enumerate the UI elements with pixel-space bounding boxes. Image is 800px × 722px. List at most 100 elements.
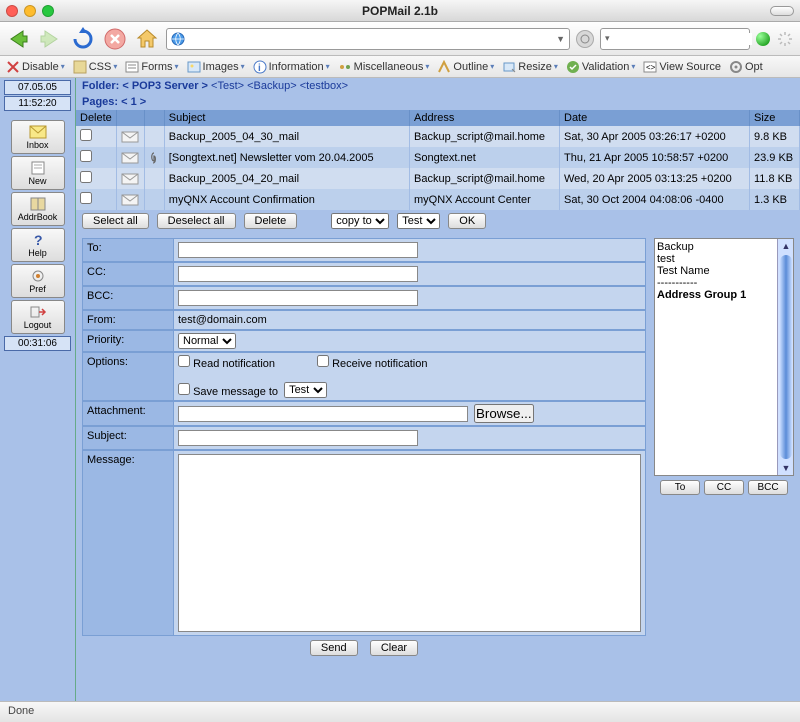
col-env[interactable] <box>116 110 144 126</box>
addr-bcc-button[interactable]: BCC <box>748 480 788 495</box>
wd-outline[interactable]: Outline▾ <box>433 60 498 74</box>
back-button[interactable] <box>6 26 32 52</box>
folder-server-link[interactable]: < POP3 Server > <box>122 80 208 92</box>
wd-validation[interactable]: Validation▾ <box>562 60 640 74</box>
col-subject[interactable]: Subject <box>164 110 409 126</box>
go-button[interactable] <box>576 30 594 48</box>
label-bcc: BCC: <box>82 286 174 310</box>
col-attach[interactable] <box>144 110 164 126</box>
mail-row[interactable]: Backup_2005_04_20_mailBackup_script@mail… <box>76 168 800 189</box>
scroll-up-icon[interactable]: ▲ <box>779 239 793 253</box>
row-delete-checkbox[interactable] <box>80 171 92 183</box>
scroll-down-icon[interactable]: ▼ <box>779 461 793 475</box>
attachment-input[interactable] <box>178 406 468 422</box>
subject-input[interactable] <box>178 430 418 446</box>
row-subject[interactable]: myQNX Account Confirmation <box>164 189 409 210</box>
address-scrollbar[interactable]: ▲ ▼ <box>777 239 793 475</box>
download-indicator-icon[interactable] <box>756 32 770 46</box>
row-subject[interactable]: Backup_2005_04_20_mail <box>164 168 409 189</box>
select-all-button[interactable]: Select all <box>82 213 149 229</box>
row-delete-checkbox[interactable] <box>80 192 92 204</box>
save-target-select[interactable]: Test <box>284 382 327 398</box>
address-entry[interactable]: Backup <box>657 241 791 253</box>
address-entry[interactable]: Address Group 1 <box>657 289 791 301</box>
wd-viewsource[interactable]: <>View Source <box>639 60 725 74</box>
sidebar-btn-addrbook[interactable]: AddrBook <box>11 192 65 226</box>
addr-to-button[interactable]: To <box>660 480 700 495</box>
wd-images[interactable]: Images▾ <box>183 60 249 74</box>
batch-action-select[interactable]: copy to <box>331 213 389 229</box>
addr-cc-button[interactable]: CC <box>704 480 744 495</box>
search-field-container[interactable]: G ▾ <box>600 28 750 50</box>
message-textarea[interactable] <box>178 454 641 632</box>
to-input[interactable] <box>178 242 418 258</box>
sidebar-btn-logout[interactable]: Logout <box>11 300 65 334</box>
address-entry[interactable]: Test Name <box>657 265 791 277</box>
wd-forms[interactable]: Forms▾ <box>121 60 182 74</box>
sidebar-btn-help[interactable]: ? Help <box>11 228 65 262</box>
deselect-all-button[interactable]: Deselect all <box>157 213 236 229</box>
send-button[interactable]: Send <box>310 640 358 656</box>
search-input[interactable] <box>610 33 752 45</box>
sidebar-btn-inbox[interactable]: Inbox <box>11 120 65 154</box>
page-link-1[interactable]: < 1 > <box>121 96 146 108</box>
row-delete-checkbox[interactable] <box>80 150 92 162</box>
folder-path-2[interactable]: <testbox> <box>300 80 348 92</box>
envelope-icon[interactable] <box>121 173 139 185</box>
home-button[interactable] <box>134 26 160 52</box>
col-address[interactable]: Address <box>410 110 560 126</box>
row-delete-checkbox[interactable] <box>80 129 92 141</box>
sidebar-btn-pref[interactable]: Pref <box>11 264 65 298</box>
label-options: Options: <box>82 352 174 401</box>
envelope-icon[interactable] <box>121 194 139 206</box>
window-pill-icon[interactable] <box>770 6 794 16</box>
save-msg-option[interactable]: Save message to <box>178 383 278 398</box>
forward-button[interactable] <box>38 26 64 52</box>
address-entry[interactable]: ----------- <box>657 277 791 289</box>
delete-button[interactable]: Delete <box>244 213 298 229</box>
wd-disable[interactable]: Disable▾ <box>2 60 69 74</box>
compose-form: To: CC: BCC: From:test@domain.com Priori… <box>82 238 646 695</box>
bcc-input[interactable] <box>178 290 418 306</box>
url-field-container[interactable]: ▼ <box>166 28 570 50</box>
clear-button[interactable]: Clear <box>370 640 418 656</box>
address-list[interactable]: BackuptestTest Name-----------Address Gr… <box>654 238 794 476</box>
col-date[interactable]: Date <box>560 110 750 126</box>
col-size[interactable]: Size <box>750 110 800 126</box>
mail-row[interactable]: myQNX Account ConfirmationmyQNX Account … <box>76 189 800 210</box>
mail-header-row: Delete Subject Address Date Size <box>76 110 800 126</box>
priority-select[interactable]: Normal <box>178 333 236 349</box>
save-msg-checkbox[interactable] <box>178 383 190 395</box>
reload-button[interactable] <box>70 26 96 52</box>
mail-row[interactable]: [Songtext.net] Newsletter vom 20.04.2005… <box>76 147 800 168</box>
read-notif-option[interactable]: Read notification <box>178 355 275 370</box>
wd-misc[interactable]: Miscellaneous▾ <box>334 60 434 74</box>
stop-button[interactable] <box>102 26 128 52</box>
url-dropdown-icon[interactable]: ▼ <box>556 34 565 44</box>
row-address: Backup_script@mail.home <box>410 126 560 147</box>
receive-notif-checkbox[interactable] <box>317 355 329 367</box>
envelope-icon[interactable] <box>121 152 139 164</box>
receive-notif-option[interactable]: Receive notification <box>317 355 427 370</box>
folder-path-1[interactable]: <Backup> <box>247 80 297 92</box>
folder-path-0[interactable]: <Test> <box>211 80 244 92</box>
address-entry[interactable]: test <box>657 253 791 265</box>
batch-ok-button[interactable]: OK <box>448 213 486 229</box>
sidebar-btn-new[interactable]: New <box>11 156 65 190</box>
row-subject[interactable]: Backup_2005_04_30_mail <box>164 126 409 147</box>
cc-input[interactable] <box>178 266 418 282</box>
wd-resize[interactable]: Resize▾ <box>498 60 562 74</box>
read-notif-checkbox[interactable] <box>178 355 190 367</box>
row-date: Sat, 30 Oct 2004 04:08:06 -0400 <box>560 189 750 210</box>
col-delete[interactable]: Delete <box>76 110 116 126</box>
url-input[interactable] <box>189 33 556 45</box>
mail-row[interactable]: Backup_2005_04_30_mailBackup_script@mail… <box>76 126 800 147</box>
wd-options[interactable]: Opt <box>725 60 767 74</box>
wd-css[interactable]: CSS▾ <box>69 60 122 74</box>
envelope-icon[interactable] <box>121 131 139 143</box>
browse-button[interactable]: Browse... <box>474 404 534 423</box>
row-subject[interactable]: [Songtext.net] Newsletter vom 20.04.2005 <box>164 147 409 168</box>
scroll-thumb[interactable] <box>780 255 792 459</box>
batch-target-select[interactable]: Test <box>397 213 440 229</box>
wd-information[interactable]: iInformation▾ <box>249 60 334 74</box>
